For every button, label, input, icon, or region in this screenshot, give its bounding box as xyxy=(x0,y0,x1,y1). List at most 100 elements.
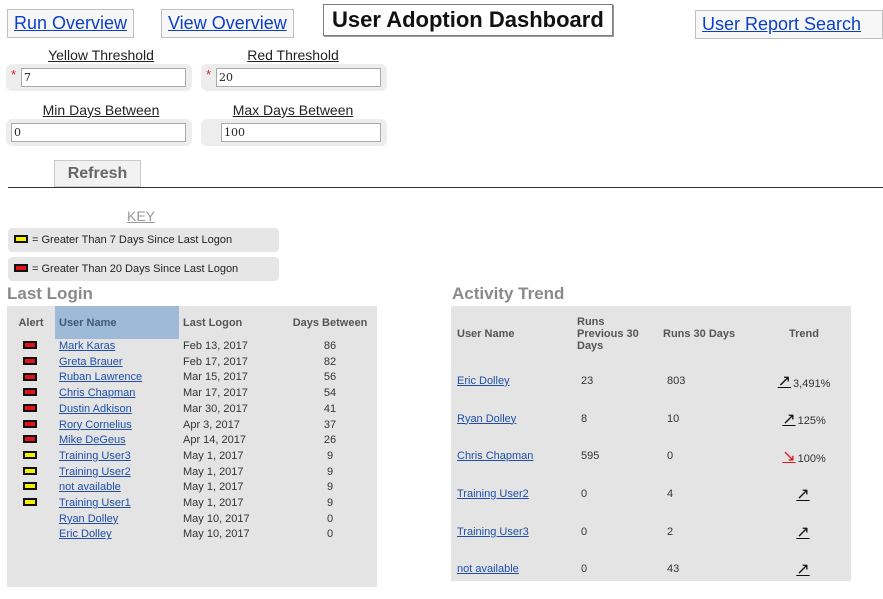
table-row: Training User2 0 4 ↗ xyxy=(451,475,851,513)
yellow-alert-icon xyxy=(23,451,37,460)
min-days-between-label: Min Days Between xyxy=(42,102,160,118)
user-name-cell: Rory Cornelius xyxy=(55,418,179,434)
user-link[interactable]: Chris Chapman xyxy=(457,450,533,462)
user-link[interactable]: Training User3 xyxy=(457,526,529,538)
user-link[interactable]: Dustin Adkison xyxy=(59,403,132,415)
trend-cell: ↗ xyxy=(757,550,851,588)
tab-view-overview[interactable]: View Overview xyxy=(161,9,294,38)
table-row: Mike DeGeus Apr 14, 2017 26 xyxy=(7,433,377,449)
user-link[interactable]: Training User1 xyxy=(59,497,131,509)
yellow-alert-icon xyxy=(23,498,37,507)
user-link[interactable]: not available xyxy=(59,481,121,493)
user-name-cell: Eric Dolley xyxy=(451,362,571,400)
days-between-cell: 56 xyxy=(323,371,337,384)
user-link[interactable]: Training User3 xyxy=(59,450,131,462)
runs-previous-cell: 23 xyxy=(581,374,594,387)
table-row: Eric Dolley 23 803 ↗ 3,491% xyxy=(451,362,851,400)
user-name-cell: Greta Brauer xyxy=(55,355,179,371)
days-between-cell: 9 xyxy=(326,481,334,494)
activity-trend-table: User Name Runs Previous 30 Days Runs 30 … xyxy=(451,306,851,588)
user-name-cell: Mark Karas xyxy=(55,339,179,355)
last-logon-cell: Mar 17, 2017 xyxy=(183,387,248,400)
tab-user-adoption-dashboard[interactable]: User Adoption Dashboard xyxy=(323,4,613,36)
last-logon-cell: May 10, 2017 xyxy=(183,512,250,525)
user-link[interactable]: Eric Dolley xyxy=(59,528,112,540)
user-name-cell: not available xyxy=(55,480,179,496)
last-logon-cell: May 1, 2017 xyxy=(183,449,244,462)
alert-cell xyxy=(7,527,55,543)
activity-trend-rows: Eric Dolley 23 803 ↗ 3,491% Ryan Dolley 8 10 ↗ 12… xyxy=(451,362,851,588)
user-link[interactable]: not available xyxy=(457,563,519,575)
user-link[interactable]: Ruban Lawrence xyxy=(59,371,142,383)
user-link[interactable]: Rory Cornelius xyxy=(59,419,132,431)
red-alert-icon xyxy=(23,341,37,350)
user-link[interactable]: Chris Chapman xyxy=(59,387,135,399)
days-between-cell: 9 xyxy=(326,497,334,510)
user-link[interactable]: Mike DeGeus xyxy=(59,434,126,446)
user-name-cell: Training User3 xyxy=(55,449,179,465)
yellow-alert-icon xyxy=(23,482,37,491)
user-link[interactable]: Eric Dolley xyxy=(457,375,510,387)
runs-30-days-cell: 43 xyxy=(667,563,680,576)
user-link[interactable]: Ryan Dolley xyxy=(457,413,516,425)
user-link[interactable]: Training User2 xyxy=(59,466,131,478)
tab-run-overview[interactable]: Run Overview xyxy=(7,9,135,38)
days-between-cell: 54 xyxy=(323,387,337,400)
activity-trend-panel: User Name Runs Previous 30 Days Runs 30 … xyxy=(451,306,851,581)
table-row: Training User1 May 1, 2017 9 xyxy=(7,496,377,512)
last-logon-cell: Feb 17, 2017 xyxy=(183,355,248,368)
table-row: Ryan Dolley 8 10 ↗ 125% xyxy=(451,400,851,438)
col-header-user-name[interactable]: User Name xyxy=(451,306,571,362)
user-name-cell: Training User2 xyxy=(451,475,571,513)
min-days-between-input[interactable] xyxy=(11,123,186,142)
max-days-between-input[interactable] xyxy=(221,123,381,142)
last-logon-cell: May 10, 2017 xyxy=(183,528,250,541)
trend-up-arrow-icon: ↗ xyxy=(782,410,796,428)
alert-cell xyxy=(7,433,55,449)
alert-cell xyxy=(7,402,55,418)
col-header-last-logon[interactable]: Last Logon xyxy=(179,306,283,339)
trend-cell: ↗ 3,491% xyxy=(757,362,851,400)
user-name-cell: not available xyxy=(451,550,571,588)
red-alert-icon xyxy=(23,356,37,365)
last-login-panel: Alert User Name Last Logon Days Between … xyxy=(7,306,377,587)
col-header-days-between[interactable]: Days Between xyxy=(283,306,377,339)
col-header-user-name[interactable]: User Name xyxy=(55,306,179,339)
last-logon-cell: Mar 30, 2017 xyxy=(183,402,248,415)
user-name-cell: Training User2 xyxy=(55,465,179,481)
tab-user-report-search[interactable]: User Report Search xyxy=(695,10,883,39)
last-login-rows: Mark Karas Feb 13, 2017 86 Greta Brauer Feb … xyxy=(7,339,377,543)
table-row: Ruban Lawrence Mar 15, 2017 56 xyxy=(7,370,377,386)
col-header-alert[interactable]: Alert xyxy=(7,306,55,339)
user-link[interactable]: Greta Brauer xyxy=(59,356,123,368)
days-between-cell: 9 xyxy=(326,449,334,462)
max-days-between-group xyxy=(201,119,387,146)
user-link[interactable]: Ryan Dolley xyxy=(59,513,118,525)
runs-previous-cell: 8 xyxy=(581,412,588,425)
red-threshold-label: Red Threshold xyxy=(247,47,339,63)
activity-trend-title: Activity Trend xyxy=(452,284,565,303)
days-between-cell: 26 xyxy=(323,434,337,447)
trend-cell: ↘ 100% xyxy=(757,437,851,475)
last-login-title: Last Login xyxy=(7,284,93,303)
yellow-threshold-input[interactable] xyxy=(21,68,186,87)
alert-cell xyxy=(7,449,55,465)
red-threshold-input[interactable] xyxy=(216,68,381,87)
col-header-runs-30-days[interactable]: Runs 30 Days xyxy=(657,306,757,362)
table-row: Chris Chapman Mar 17, 2017 54 xyxy=(7,386,377,402)
user-name-cell: Chris Chapman xyxy=(451,437,571,475)
last-logon-cell: May 1, 2017 xyxy=(183,481,244,494)
col-header-runs-previous-30-days[interactable]: Runs Previous 30 Days xyxy=(571,306,657,362)
trend-up-arrow-icon: ↗ xyxy=(796,523,810,541)
refresh-button[interactable]: Refresh xyxy=(54,160,141,187)
red-alert-icon xyxy=(23,435,37,444)
alert-cell xyxy=(7,339,55,355)
trend-cell: ↗ xyxy=(757,475,851,513)
days-between-cell: 41 xyxy=(323,402,337,415)
col-header-trend[interactable]: Trend xyxy=(757,306,851,362)
runs-previous-cell: 595 xyxy=(581,450,600,463)
user-link[interactable]: Training User2 xyxy=(457,488,529,500)
days-between-cell: 82 xyxy=(323,355,337,368)
user-link[interactable]: Mark Karas xyxy=(59,340,115,352)
red-alert-icon xyxy=(23,372,37,381)
